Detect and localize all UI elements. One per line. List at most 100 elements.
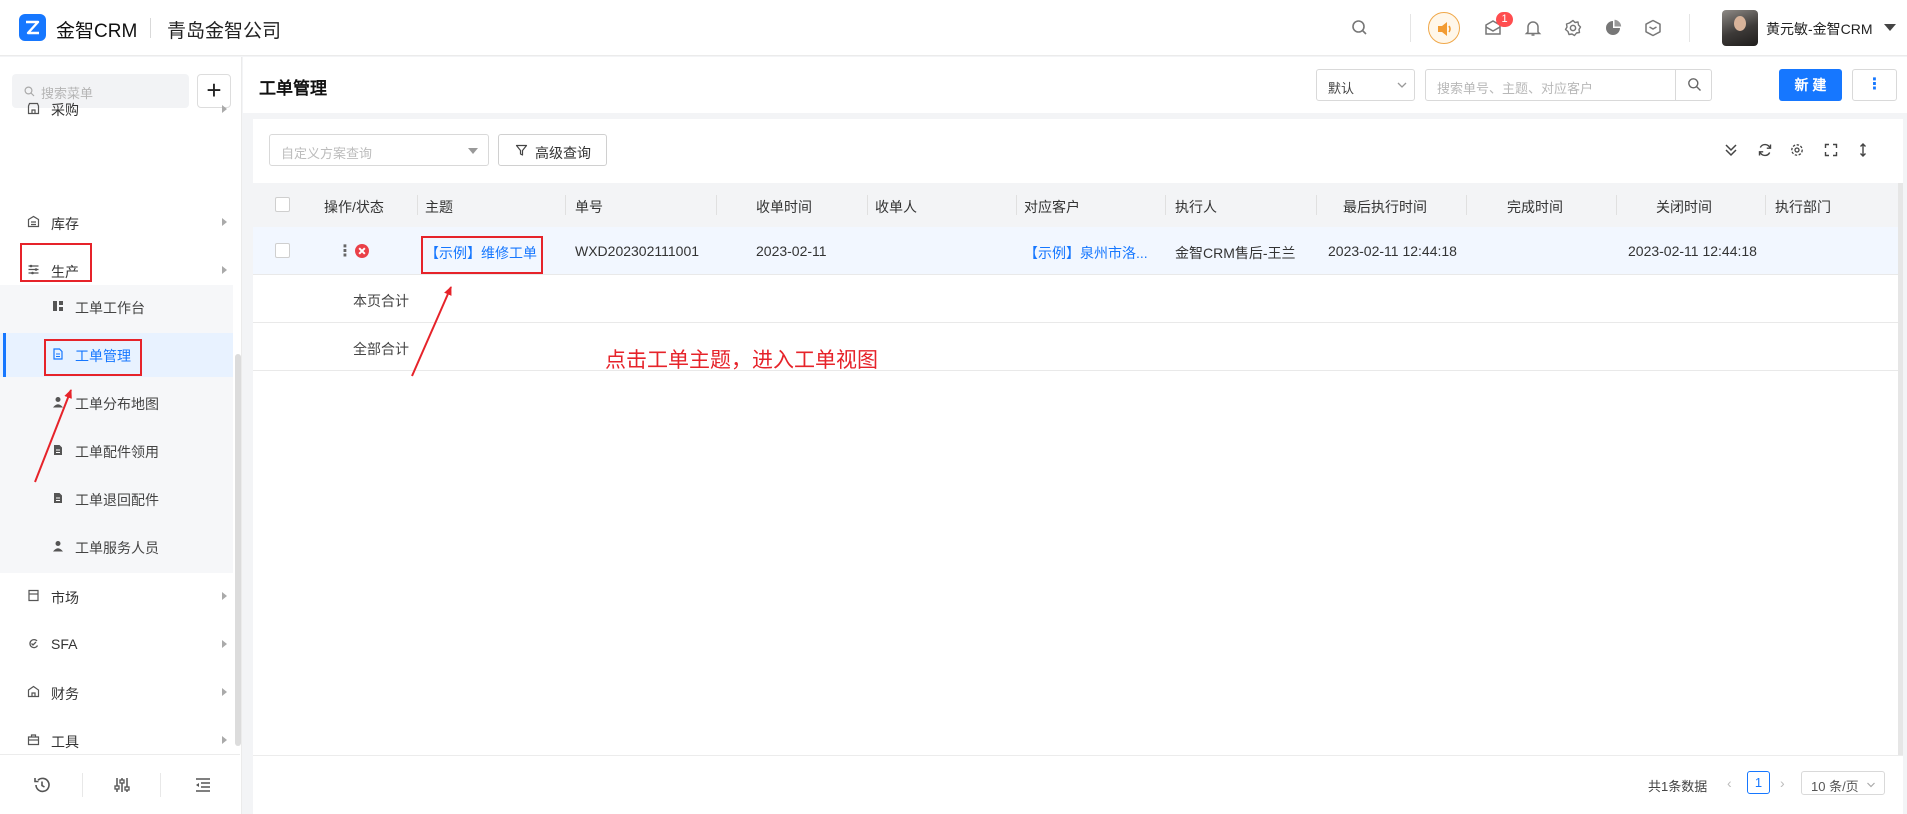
sidebar-subitem-label: 工单工作台 (75, 300, 145, 316)
search-button[interactable] (1675, 69, 1712, 101)
sidebar-item-sfa[interactable]: SFA (0, 623, 240, 667)
close-status-icon (355, 244, 369, 258)
column-header[interactable]: 对应客户 (1024, 197, 1080, 217)
warehouse-icon (27, 215, 40, 228)
search-icon[interactable] (1350, 18, 1370, 38)
column-header[interactable]: 完成时间 (1507, 197, 1563, 217)
column-header[interactable]: 关闭时间 (1656, 197, 1712, 217)
column-divider[interactable] (417, 195, 418, 215)
brand-logo-icon[interactable] (19, 14, 46, 41)
workorder-submenu: 工单工作台 工单管理 工单分布地图 工单配件领用 工单退回配件 工单服务人员 (0, 285, 233, 573)
speaker-icon[interactable] (1428, 12, 1460, 44)
sidebar-subitem-service-staff[interactable]: 工单服务人员 (0, 525, 233, 569)
sidebar-subitem-workorder-map[interactable]: 工单分布地图 (0, 381, 233, 425)
company-name[interactable]: 青岛金智公司 (167, 16, 281, 43)
sidebar-subitem-workbench[interactable]: 工单工作台 (0, 285, 233, 329)
avatar[interactable] (1722, 10, 1758, 46)
bell-icon[interactable] (1523, 18, 1543, 38)
column-header[interactable]: 最后执行时间 (1343, 197, 1427, 217)
total-count: 共1条数据 (1648, 779, 1708, 794)
sidebar-subitem-label: 工单退回配件 (75, 492, 159, 508)
fullscreen-icon[interactable] (1823, 142, 1839, 158)
caret-down-icon (468, 148, 478, 154)
expand-all-icon[interactable] (1723, 142, 1739, 158)
sidebar-item-tools[interactable]: 工具 (0, 719, 240, 753)
user-name[interactable]: 黄元敏-金智CRM (1766, 19, 1873, 39)
sidebar-item-market[interactable]: 市场 (0, 575, 240, 619)
custom-scheme-select[interactable]: 自定义方案查询 (269, 134, 489, 166)
collapse-menu-icon[interactable] (193, 775, 213, 795)
history-icon[interactable] (32, 775, 52, 795)
search-placeholder: 搜索单号、主题、对应客户 (1437, 81, 1594, 96)
column-divider[interactable] (565, 195, 566, 215)
column-divider[interactable] (1316, 195, 1317, 215)
row-height-icon[interactable] (1855, 142, 1871, 158)
select-all-checkbox[interactable] (275, 197, 290, 212)
sidebar-item-purchase[interactable]: 采购 (0, 97, 240, 135)
sidebar-subitem-parts-requisition[interactable]: 工单配件领用 (0, 429, 233, 473)
refresh-icon[interactable] (1757, 142, 1773, 158)
column-header[interactable]: 主题 (425, 197, 453, 217)
chevron-right-icon (222, 688, 227, 696)
column-divider[interactable] (1165, 195, 1166, 215)
page-total-label: 本页合计 (353, 293, 409, 309)
page-size-select[interactable]: 10 条/页 (1801, 771, 1885, 795)
chevron-right-icon (222, 105, 227, 113)
column-header[interactable]: 收单人 (875, 197, 917, 217)
column-divider[interactable] (1616, 195, 1617, 215)
new-button[interactable]: 新 建 (1779, 69, 1842, 101)
sidebar-item-label: SFA (51, 636, 78, 652)
column-header[interactable]: 执行部门 (1775, 197, 1831, 217)
highlight-box (44, 339, 142, 376)
chevron-down-icon[interactable] (1884, 24, 1896, 31)
settings-icon[interactable] (1563, 18, 1583, 38)
sidebar-item-inventory[interactable]: 库存 (0, 201, 240, 245)
filter-settings-icon[interactable] (112, 775, 132, 795)
column-header[interactable]: 单号 (575, 197, 603, 217)
sidebar-item-finance[interactable]: 财务 (0, 671, 240, 715)
page-total-row: 本页合计 (253, 276, 1899, 323)
person-icon (53, 541, 63, 552)
table-scrollbar[interactable] (1898, 183, 1903, 756)
file-icon (54, 445, 62, 455)
next-page-button[interactable]: › (1780, 775, 1785, 791)
advanced-query-button[interactable]: 高级查询 (498, 134, 607, 166)
search-icon (24, 86, 35, 97)
column-divider[interactable] (716, 195, 717, 215)
sidebar-item-label: 采购 (51, 102, 79, 118)
column-header[interactable]: 收单时间 (756, 197, 812, 217)
column-header[interactable]: 执行人 (1175, 197, 1217, 217)
view-select[interactable]: 默认 (1316, 69, 1415, 101)
order-number: WXD202302111001 (575, 243, 700, 259)
column-divider[interactable] (1765, 195, 1766, 215)
workorder-search-input[interactable]: 搜索单号、主题、对应客户 (1425, 69, 1712, 101)
all-total-label: 全部合计 (353, 341, 409, 357)
prev-page-button[interactable]: ‹ (1727, 775, 1732, 791)
column-divider[interactable] (1016, 195, 1017, 215)
customer-link[interactable]: 【示例】泉州市洛... (1024, 243, 1148, 263)
top-bar: 金智CRM 青岛金智公司 1 黄元敏-金智CRM (0, 0, 1907, 56)
tool-icon (27, 734, 40, 746)
shop-icon (27, 102, 40, 115)
page-number-current[interactable]: 1 (1747, 771, 1770, 794)
column-header[interactable]: 操作/状态 (324, 197, 384, 217)
filter-icon (515, 144, 528, 156)
row-checkbox[interactable] (275, 243, 290, 258)
sidebar-subitem-parts-return[interactable]: 工单退回配件 (0, 477, 233, 521)
column-divider[interactable] (867, 195, 868, 215)
cube-icon[interactable] (1643, 18, 1663, 38)
sidebar-subitem-label: 工单分布地图 (75, 396, 159, 412)
sidebar: 搜索菜单 + 采购 库存 生产 工单 工单工作台 工单管理 工单分布地图 (0, 57, 242, 814)
column-settings-icon[interactable] (1789, 142, 1805, 158)
pie-chart-icon[interactable] (1603, 18, 1623, 38)
notification-badge: 1 (1496, 12, 1513, 27)
sidebar-scrollbar[interactable] (235, 354, 241, 746)
advanced-query-label: 高级查询 (535, 145, 591, 161)
close-time: 2023-02-11 12:44:18 (1628, 243, 1757, 259)
column-divider[interactable] (1466, 195, 1467, 215)
more-actions-button[interactable]: ⋮ (1852, 69, 1897, 101)
dashboard-icon (53, 301, 63, 311)
row-more-menu-icon[interactable]: ⋮ (337, 241, 353, 261)
chevron-right-icon (222, 640, 227, 648)
page-title: 工单管理 (259, 79, 327, 98)
